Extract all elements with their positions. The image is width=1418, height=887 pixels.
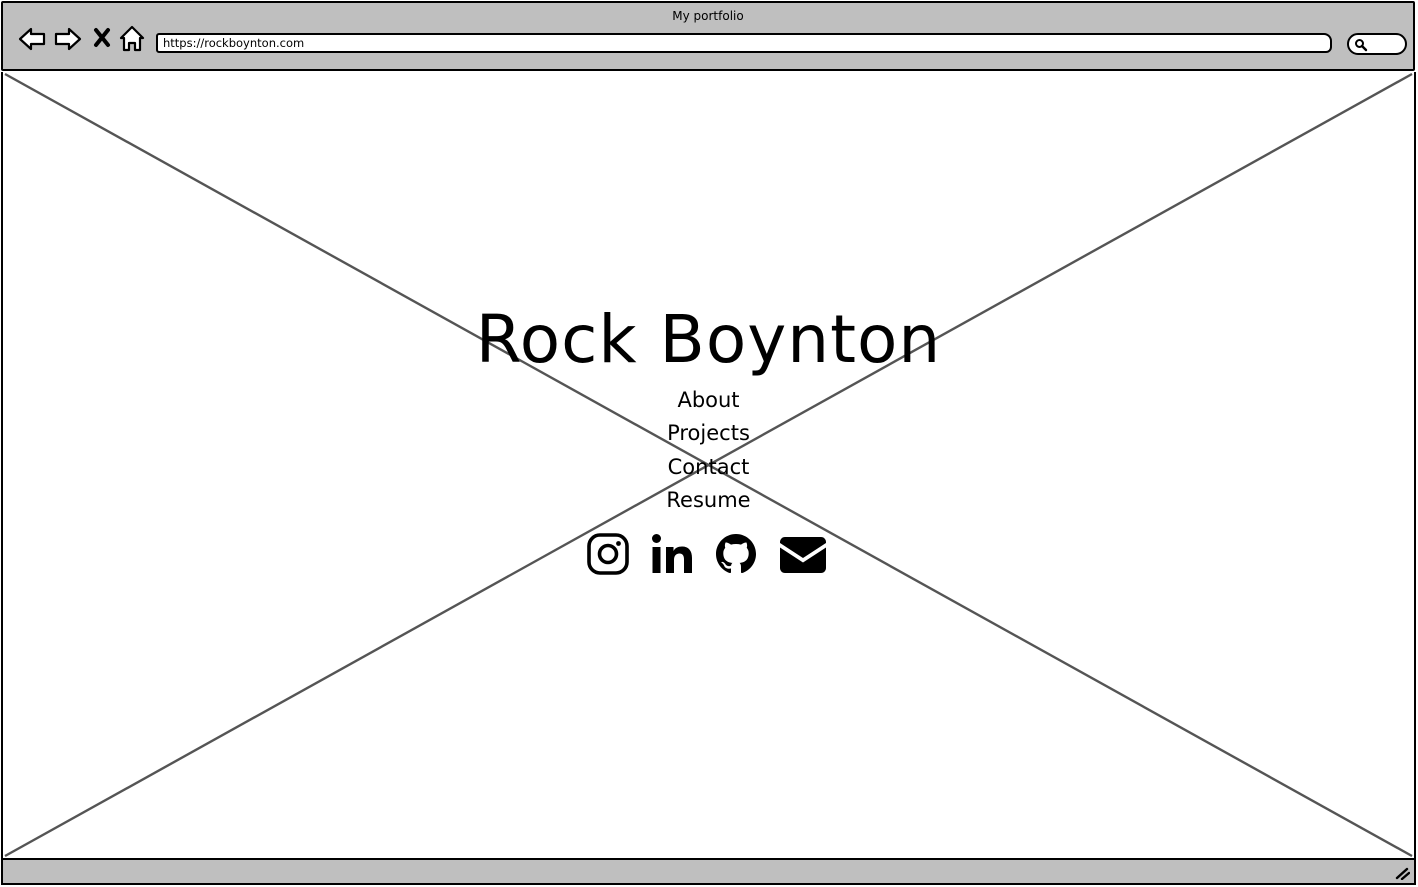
- forward-arrow-icon[interactable]: [53, 25, 83, 55]
- nav-link-resume[interactable]: Resume: [3, 484, 1414, 517]
- nav-link-projects[interactable]: Projects: [3, 417, 1414, 450]
- nav-link-contact[interactable]: Contact: [3, 451, 1414, 484]
- hero-section: Rock Boynton About Projects Contact Resu…: [3, 300, 1414, 576]
- status-bar: [1, 858, 1416, 885]
- back-arrow-icon[interactable]: [17, 25, 47, 55]
- linkedin-icon[interactable]: [650, 532, 694, 576]
- window-title: My portfolio: [672, 9, 744, 23]
- search-field[interactable]: [1347, 33, 1407, 55]
- home-icon[interactable]: [119, 25, 149, 55]
- close-icon[interactable]: [91, 25, 121, 55]
- url-input[interactable]: https://rockboynton.com: [156, 33, 1332, 53]
- nav-link-about[interactable]: About: [3, 384, 1414, 417]
- email-icon[interactable]: [778, 532, 828, 576]
- social-links: [0, 532, 1414, 576]
- search-icon: [1355, 39, 1368, 52]
- instagram-icon[interactable]: [586, 532, 630, 576]
- browser-window: My portfolio https://rockboynton.com Roc…: [0, 0, 1418, 887]
- page-title: Rock Boynton: [475, 301, 942, 378]
- site-nav: About Projects Contact Resume: [3, 384, 1414, 518]
- github-icon[interactable]: [714, 532, 758, 576]
- resize-grip-icon[interactable]: [1394, 864, 1410, 880]
- page-viewport: Rock Boynton About Projects Contact Resu…: [1, 72, 1416, 858]
- browser-toolbar: My portfolio https://rockboynton.com: [1, 1, 1415, 71]
